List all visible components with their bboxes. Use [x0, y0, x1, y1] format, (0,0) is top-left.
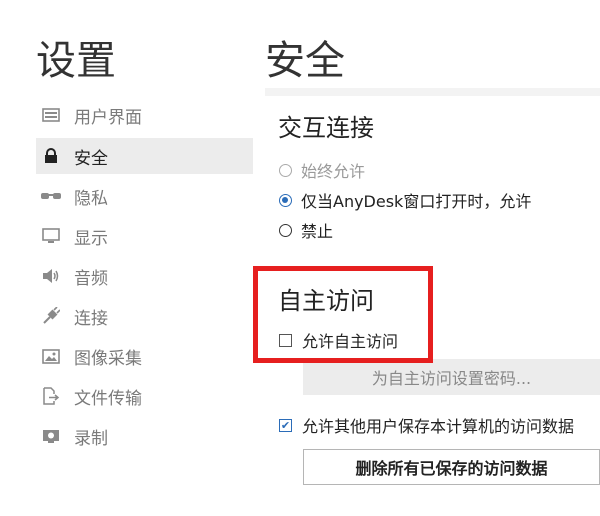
plug-icon: [40, 307, 62, 325]
sidebar-item-ui[interactable]: 用户界面: [36, 97, 253, 133]
highlight-box: [253, 266, 433, 363]
sidebar-item-security[interactable]: 安全: [36, 138, 253, 174]
radio-button[interactable]: [279, 223, 292, 237]
radio-label: 仅当AnyDesk窗口打开时，允许: [301, 192, 532, 211]
delete-saved-access-data-button[interactable]: 删除所有已保存的访问数据: [303, 449, 600, 485]
checkbox-label: 允许其他用户保存本计算机的访问数据: [302, 417, 575, 436]
sidebar-item-label: 音频: [74, 268, 108, 289]
sidebar-item-label: 录制: [74, 428, 108, 449]
glasses-icon: [40, 187, 62, 205]
radio-button[interactable]: [279, 193, 292, 207]
radio-allow-when-window-open[interactable]: 仅当AnyDesk窗口打开时，允许: [279, 188, 531, 212]
sidebar-item-image-capture[interactable]: 图像采集: [36, 338, 253, 374]
sidebar-item-connection[interactable]: 连接: [36, 298, 253, 334]
checkbox-box[interactable]: ✔: [279, 418, 292, 432]
sidebar-item-audio[interactable]: 音频: [36, 258, 253, 294]
speaker-icon: [40, 267, 62, 285]
sidebar-item-recording[interactable]: 录制: [36, 418, 253, 454]
sidebar-item-label: 文件传输: [74, 388, 142, 409]
sidebar-item-label: 隐私: [74, 188, 108, 209]
sidebar-item-label: 安全: [74, 148, 108, 169]
sidebar-item-label: 显示: [74, 228, 108, 249]
radio-label: 始终允许: [301, 162, 366, 181]
sidebar-item-label: 图像采集: [74, 348, 142, 369]
monitor-window-icon: [40, 106, 62, 124]
radio-always-allow[interactable]: 始终允许: [279, 158, 365, 182]
radio-button[interactable]: [279, 163, 292, 177]
display-icon: [40, 227, 62, 245]
sidebar-item-file-transfer[interactable]: 文件传输: [36, 378, 253, 414]
sidebar-title: 设置: [36, 38, 116, 84]
file-transfer-icon: [40, 387, 62, 405]
radio-label: 禁止: [301, 222, 334, 241]
image-icon: [40, 347, 62, 365]
record-icon: [40, 427, 62, 445]
set-password-button[interactable]: 为自主访问设置密码...: [303, 359, 600, 395]
radio-deny[interactable]: 禁止: [279, 218, 333, 242]
sidebar-item-privacy[interactable]: 隐私: [36, 178, 253, 214]
allow-save-access-data-checkbox[interactable]: ✔ 允许其他用户保存本计算机的访问数据: [279, 413, 600, 437]
page-title: 安全: [265, 38, 345, 84]
sidebar-item-label: 用户界面: [74, 107, 142, 128]
lock-icon: [40, 147, 62, 165]
sidebar-item-label: 连接: [74, 308, 108, 329]
interactive-access-heading: 交互连接: [278, 114, 374, 142]
sidebar-item-display[interactable]: 显示: [36, 218, 253, 254]
